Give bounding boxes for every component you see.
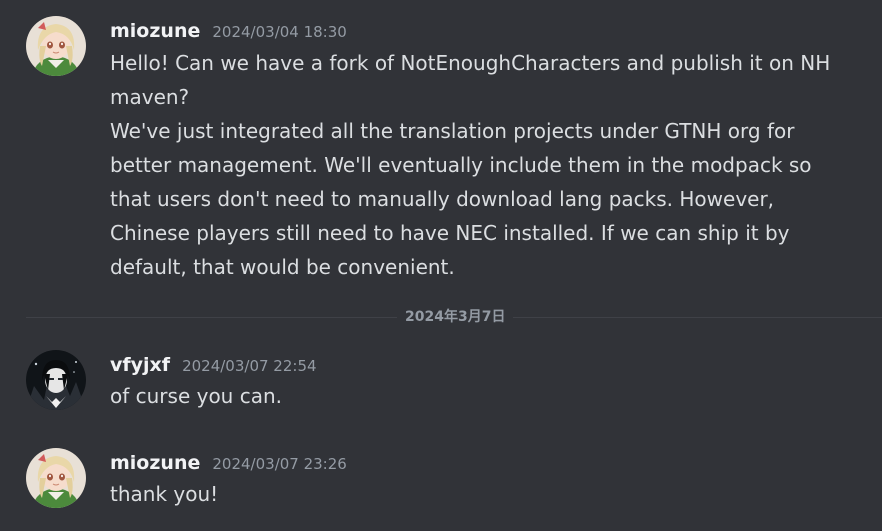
timestamp[interactable]: 2024/03/04 18:30 <box>212 23 346 41</box>
message-paragraph: We've just integrated all the translatio… <box>110 119 812 279</box>
message-paragraph: of curse you can. <box>110 384 283 408</box>
message-header: vfyjxf 2024/03/07 22:54 <box>110 354 317 376</box>
anime-girl-avatar-icon <box>26 448 86 508</box>
username[interactable]: miozune <box>110 20 200 42</box>
message-header: miozune 2024/03/07 23:26 <box>110 452 347 474</box>
username[interactable]: miozune <box>110 452 200 474</box>
message-paragraph: thank you! <box>110 482 219 506</box>
timestamp[interactable]: 2024/03/07 22:54 <box>182 357 316 375</box>
avatar-miozune[interactable] <box>26 448 86 508</box>
message-content: thank you! <box>110 477 850 511</box>
dark-character-avatar-icon <box>26 350 86 410</box>
username[interactable]: vfyjxf <box>110 354 170 376</box>
timestamp[interactable]: 2024/03/07 23:26 <box>212 455 346 473</box>
date-divider-label: 2024年3月7日 <box>397 307 514 327</box>
message-content: of curse you can. <box>110 379 850 413</box>
message-paragraph: Hello! Can we have a fork of NotEnoughCh… <box>110 51 831 109</box>
avatar-vfyjxf[interactable] <box>26 350 86 410</box>
message-header: miozune 2024/03/04 18:30 <box>110 20 347 42</box>
anime-girl-avatar-icon <box>26 16 86 76</box>
avatar-miozune[interactable] <box>26 16 86 76</box>
message-content: Hello! Can we have a fork of NotEnoughCh… <box>110 46 850 284</box>
